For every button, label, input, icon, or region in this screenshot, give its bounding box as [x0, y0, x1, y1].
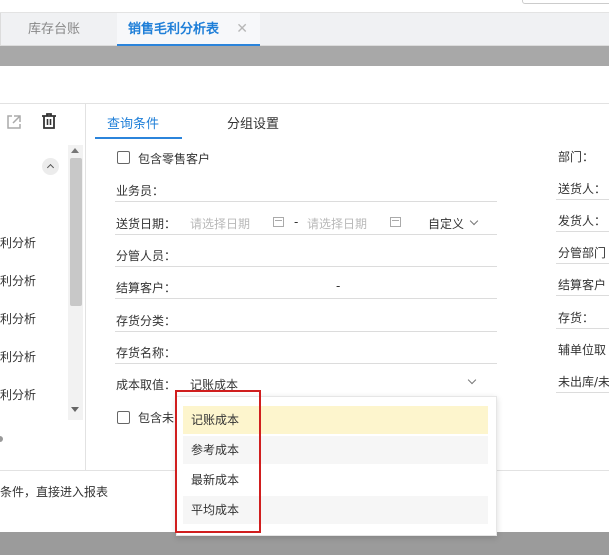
department-label: 部门：: [558, 150, 595, 164]
stock-name-label: 存货名称：: [116, 346, 177, 360]
tab-bar: 库存台账 销售毛利分析表 ✕: [0, 13, 609, 46]
stock-name-field[interactable]: [115, 363, 497, 364]
date-to-input[interactable]: 请选择日期: [307, 215, 367, 232]
managing-dept-label: 分管部门: [558, 246, 607, 260]
tab-label: 销售毛利分析表: [128, 22, 220, 37]
unshipped-label: 未出库/未: [558, 375, 609, 389]
delivery-date-label: 送货日期：: [116, 217, 177, 231]
global-search-input[interactable]: [522, 0, 609, 4]
scroll-up-icon[interactable]: [71, 148, 79, 153]
divider: [85, 104, 86, 470]
scrollbar-thumb[interactable]: [70, 158, 82, 306]
calendar-icon[interactable]: [273, 217, 284, 227]
cost-basis-label: 成本取值：: [116, 378, 177, 392]
tab-group-settings[interactable]: 分组设置: [227, 113, 279, 132]
scroll-down-icon[interactable]: [71, 407, 79, 412]
shipper-field[interactable]: [556, 231, 609, 232]
delivery-person-label: 送货人：: [558, 182, 607, 196]
date-separator: -: [294, 215, 299, 229]
salesman-label: 业务员：: [116, 184, 165, 198]
active-tab-indicator: [95, 137, 182, 139]
delivery-person-field[interactable]: [556, 199, 609, 200]
divider: [0, 103, 609, 104]
unshipped-field[interactable]: [556, 392, 609, 393]
calendar-icon[interactable]: [390, 217, 401, 227]
list-item[interactable]: 利分析: [0, 234, 36, 251]
settle-customer-right-field[interactable]: [556, 295, 609, 296]
range-separator: -: [336, 279, 341, 293]
date-from-input[interactable]: 请选择日期: [190, 215, 250, 232]
tab-query-conditions[interactable]: 查询条件: [107, 113, 159, 132]
manager-field[interactable]: [115, 266, 497, 267]
footer-hint: 条件，直接进入报表: [0, 485, 109, 499]
stock-category-label: 存货分类：: [116, 314, 177, 328]
managing-dept-field[interactable]: [556, 263, 609, 264]
tab-sales-gross-profit[interactable]: 销售毛利分析表 ✕: [117, 13, 260, 46]
tab-inventory-ledger[interactable]: 库存台账: [0, 13, 108, 46]
date-mode-select[interactable]: 自定义: [428, 215, 464, 232]
list-item[interactable]: 利分析: [0, 272, 36, 289]
include-retail-checkbox[interactable]: [117, 151, 130, 164]
list-item[interactable]: 利分析: [0, 386, 36, 403]
top-bar: [0, 0, 609, 13]
stock-field[interactable]: [556, 328, 609, 329]
manager-label: 分管人员：: [116, 249, 177, 263]
settle-customer-right-label: 结算客户: [558, 278, 607, 292]
salesman-field[interactable]: [115, 201, 497, 202]
settle-customer-field[interactable]: [115, 298, 497, 299]
include-partial-checkbox[interactable]: [117, 411, 130, 424]
trash-icon[interactable]: [39, 111, 59, 131]
aux-unit-label: 辅单位取: [558, 343, 607, 357]
list-item[interactable]: 利分析: [0, 348, 36, 365]
settle-customer-label: 结算客户：: [116, 281, 177, 295]
shipper-label: 发货人：: [558, 214, 607, 228]
stock-label: 存货：: [558, 311, 595, 325]
stock-category-field[interactable]: [115, 331, 497, 332]
highlight-box: [175, 390, 261, 533]
delivery-date-field: [115, 234, 497, 235]
collapse-icon[interactable]: [42, 158, 59, 175]
external-link-icon[interactable]: [4, 112, 24, 132]
include-retail-label: 包含零售客户: [138, 152, 211, 166]
list-item[interactable]: 利分析: [0, 310, 36, 327]
overlay-mask-top: [0, 46, 609, 66]
close-icon[interactable]: ✕: [236, 13, 248, 46]
include-partial-label: 包含未: [138, 411, 175, 425]
